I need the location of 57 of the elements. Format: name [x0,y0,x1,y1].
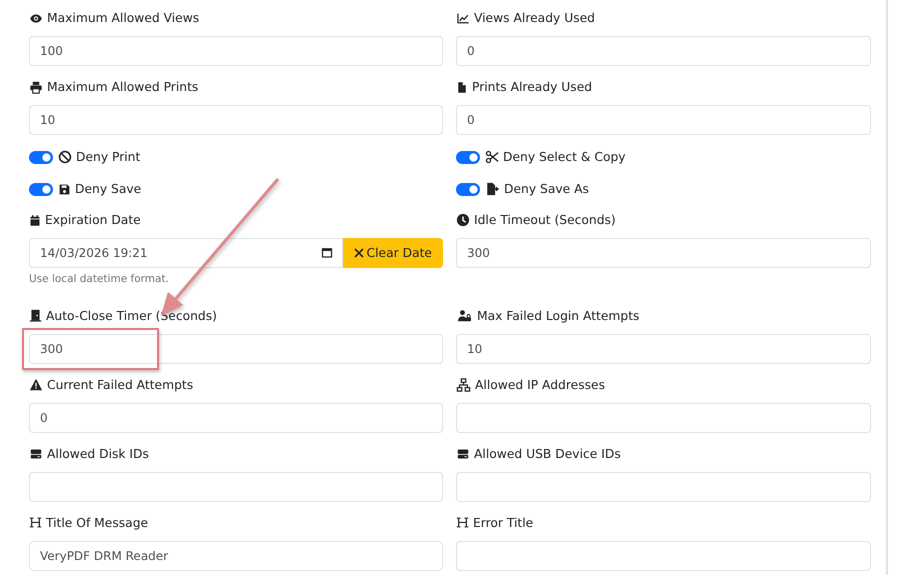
clear-date-button[interactable]: Clear Date [342,238,443,268]
field-label: Error Title [473,514,534,532]
input-field[interactable]: 10 [29,105,443,135]
input-field[interactable]: 300 [29,334,443,364]
clock-icon [456,213,470,227]
file-export-icon [485,182,500,196]
printer-icon [29,80,43,94]
door-icon [29,309,42,322]
field-label: Views Already Used [474,10,595,27]
field-label: Title Of Message [46,514,148,532]
scissors-icon [485,150,499,164]
switch-label: Deny Select & Copy [503,148,626,166]
hard-drive-icon [29,448,43,460]
field-label: Prints Already Used [472,78,592,96]
field-label: Allowed Disk IDs [47,446,149,463]
toggle-switch[interactable] [29,150,53,164]
heading-icon [456,516,469,530]
close-icon [354,248,364,258]
hard-drive-icon [456,448,470,460]
field-label: Idle Timeout (Seconds) [474,212,616,229]
date-field[interactable]: 14/03/2026 19:21 [29,238,343,268]
user-lock-icon [456,309,473,322]
input-field[interactable] [456,472,871,502]
field-label: Maximum Allowed Prints [47,78,198,96]
warning-icon [29,378,43,392]
switch-label: Deny Save As [504,180,589,198]
field-label: Auto-Close Timer (Seconds) [46,308,217,325]
toggle-switch[interactable] [456,150,480,164]
input-field[interactable]: 0 [29,402,443,433]
input-field[interactable] [456,402,871,433]
input-field[interactable] [456,540,871,571]
field-label: Current Failed Attempts [47,376,194,394]
switch-label: Deny Save [75,180,142,198]
calendar-icon [320,246,333,259]
input-field[interactable]: 100 [29,36,443,66]
file-icon [456,80,468,94]
field-label: Allowed IP Addresses [475,376,605,394]
field-label: Expiration Date [45,212,141,229]
field-label: Max Failed Login Attempts [477,308,640,325]
help-text: Use local datetime format. [29,272,170,287]
input-field[interactable]: 10 [456,334,871,364]
toggle-switch[interactable] [29,182,53,196]
input-field[interactable]: 0 [456,36,871,66]
input-field[interactable] [29,472,443,502]
field-label: Maximum Allowed Views [47,10,200,27]
toggle-switch[interactable] [456,182,480,196]
eye-icon [29,12,43,24]
network-icon [456,378,471,392]
input-field[interactable]: 0 [456,105,871,135]
field-label: Allowed USB Device IDs [474,446,621,463]
calendar-icon [29,214,41,226]
line-chart-icon [456,12,470,24]
input-field[interactable]: 300 [456,238,871,268]
switch-label: Deny Print [76,148,140,166]
input-field[interactable]: VeryPDF DRM Reader [29,540,443,571]
heading-icon [29,516,42,530]
prohibited-icon [58,150,72,164]
